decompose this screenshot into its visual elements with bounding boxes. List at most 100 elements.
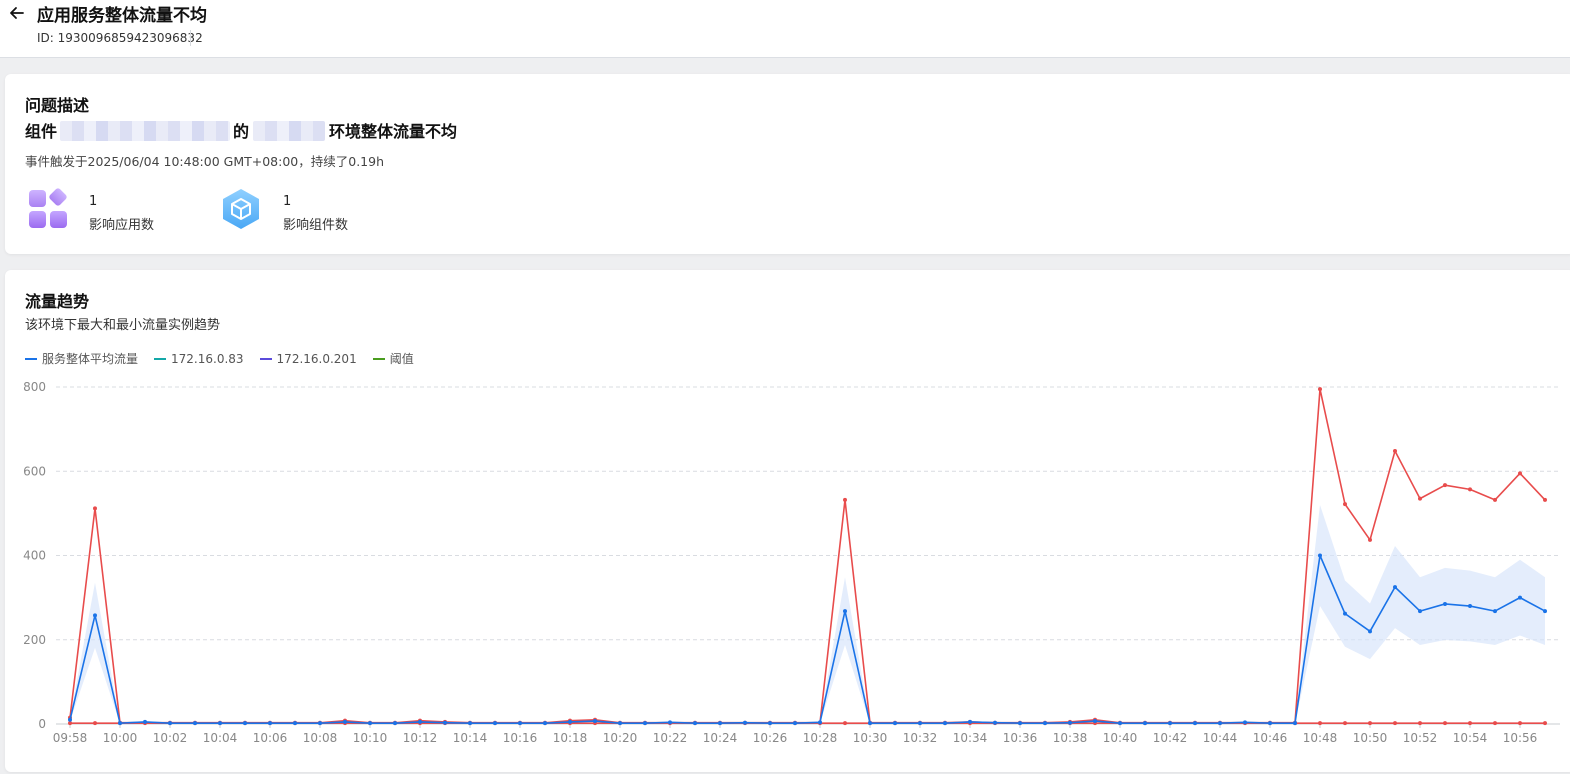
affected-apps-count: 1 bbox=[89, 194, 98, 209]
data-point bbox=[1318, 553, 1322, 558]
problem-description: 组件 的 环境整体流量不均 bbox=[25, 118, 457, 142]
x-tick-label: 10:36 bbox=[1003, 731, 1038, 745]
data-point bbox=[1093, 719, 1097, 724]
data-point bbox=[643, 721, 647, 726]
affected-components-count: 1 bbox=[283, 194, 292, 209]
x-tick-label: 10:16 bbox=[503, 731, 538, 745]
data-point bbox=[368, 721, 372, 726]
data-point bbox=[1418, 609, 1422, 614]
data-point bbox=[1468, 604, 1472, 609]
data-point bbox=[1418, 721, 1422, 726]
data-point bbox=[518, 721, 522, 726]
data-point bbox=[818, 720, 822, 725]
y-tick-label: 800 bbox=[23, 380, 46, 394]
data-point bbox=[443, 720, 447, 725]
data-point bbox=[118, 721, 122, 726]
data-point bbox=[1493, 497, 1497, 502]
redacted-component-name bbox=[60, 121, 231, 141]
x-tick-label: 10:56 bbox=[1503, 731, 1538, 745]
data-point bbox=[1168, 721, 1172, 726]
affected-components-label: 影响组件数 bbox=[283, 218, 349, 233]
data-point bbox=[618, 721, 622, 726]
legend-swatch bbox=[372, 357, 385, 360]
data-point bbox=[1043, 721, 1047, 726]
x-tick-label: 10:30 bbox=[853, 731, 888, 745]
x-tick-label: 10:48 bbox=[1303, 731, 1338, 745]
average-range-band bbox=[70, 504, 1545, 724]
x-tick-label: 10:40 bbox=[1103, 731, 1138, 745]
id-divider bbox=[190, 30, 191, 46]
x-tick-label: 10:20 bbox=[603, 731, 638, 745]
x-tick-label: 10:18 bbox=[553, 731, 588, 745]
data-point bbox=[1343, 721, 1347, 726]
data-point bbox=[543, 721, 547, 726]
y-tick-label: 200 bbox=[23, 633, 46, 647]
apps-icon bbox=[29, 188, 67, 228]
data-point bbox=[1393, 585, 1397, 590]
legend-item-instance-201[interactable]: 172.16.0.201 bbox=[259, 350, 357, 367]
x-tick-label: 10:44 bbox=[1203, 731, 1238, 745]
data-point bbox=[1368, 629, 1372, 634]
x-tick-label: 10:14 bbox=[453, 731, 488, 745]
x-tick-label: 10:46 bbox=[1253, 731, 1288, 745]
data-point bbox=[1193, 721, 1197, 726]
data-point bbox=[1368, 537, 1372, 542]
x-tick-label: 10:08 bbox=[303, 731, 338, 745]
data-point bbox=[843, 721, 847, 726]
legend-item-threshold[interactable]: 阈值 bbox=[372, 350, 414, 367]
data-point bbox=[1018, 721, 1022, 726]
data-point bbox=[718, 721, 722, 726]
data-point bbox=[743, 720, 747, 725]
data-point bbox=[493, 721, 497, 726]
back-arrow-icon[interactable] bbox=[6, 2, 28, 24]
data-point bbox=[1518, 595, 1522, 600]
data-point bbox=[1493, 609, 1497, 614]
data-point bbox=[843, 497, 847, 502]
data-point bbox=[768, 721, 772, 726]
data-point bbox=[243, 721, 247, 726]
data-point bbox=[1293, 721, 1297, 726]
legend-swatch bbox=[154, 357, 167, 360]
redacted-environment-name bbox=[253, 121, 326, 141]
data-point bbox=[843, 609, 847, 614]
event-id: ID: 1930096859423096832 bbox=[37, 31, 203, 45]
y-tick-label: 400 bbox=[23, 549, 46, 563]
data-point bbox=[918, 721, 922, 726]
data-point bbox=[1543, 609, 1547, 614]
legend-label: 阈值 bbox=[389, 352, 414, 366]
legend-label: 172.16.0.83 bbox=[171, 351, 244, 366]
x-tick-label: 10:26 bbox=[753, 731, 788, 745]
traffic-trend-chart[interactable]: 0 200 400 600 800 09:58 10:00 10:02 10:04 10:06 10… bbox=[0, 370, 1570, 774]
x-tick-label: 10:06 bbox=[253, 731, 288, 745]
x-tick-label: 10:42 bbox=[1153, 731, 1188, 745]
legend-item-instance-83[interactable]: 172.16.0.83 bbox=[154, 350, 244, 367]
data-point bbox=[1368, 721, 1372, 726]
data-point bbox=[93, 721, 97, 726]
data-point bbox=[968, 719, 972, 724]
x-tick-label: 10:00 bbox=[103, 731, 138, 745]
data-point bbox=[1118, 721, 1122, 726]
data-point bbox=[343, 719, 347, 724]
x-tick-label: 10:22 bbox=[653, 731, 688, 745]
data-point bbox=[893, 721, 897, 726]
legend-item-average[interactable]: 服务整体平均流量 bbox=[25, 350, 138, 367]
data-point bbox=[93, 613, 97, 618]
data-point bbox=[1443, 721, 1447, 726]
data-point bbox=[668, 720, 672, 725]
legend-label: 服务整体平均流量 bbox=[42, 352, 139, 366]
x-tick-label: 09:58 bbox=[53, 731, 88, 745]
x-tick-label: 10:32 bbox=[903, 731, 938, 745]
data-point bbox=[1468, 487, 1472, 492]
data-point bbox=[293, 721, 297, 726]
data-point bbox=[1518, 721, 1522, 726]
legend-swatch bbox=[259, 357, 272, 360]
data-point bbox=[868, 721, 872, 726]
problem-section-title: 问题描述 bbox=[25, 96, 90, 115]
data-point bbox=[993, 720, 997, 725]
desc-prefix: 组件 bbox=[25, 122, 58, 141]
data-point bbox=[1268, 721, 1272, 726]
data-point bbox=[1068, 720, 1072, 725]
data-point bbox=[1393, 449, 1397, 454]
data-point bbox=[143, 719, 147, 724]
data-point bbox=[1343, 611, 1347, 616]
